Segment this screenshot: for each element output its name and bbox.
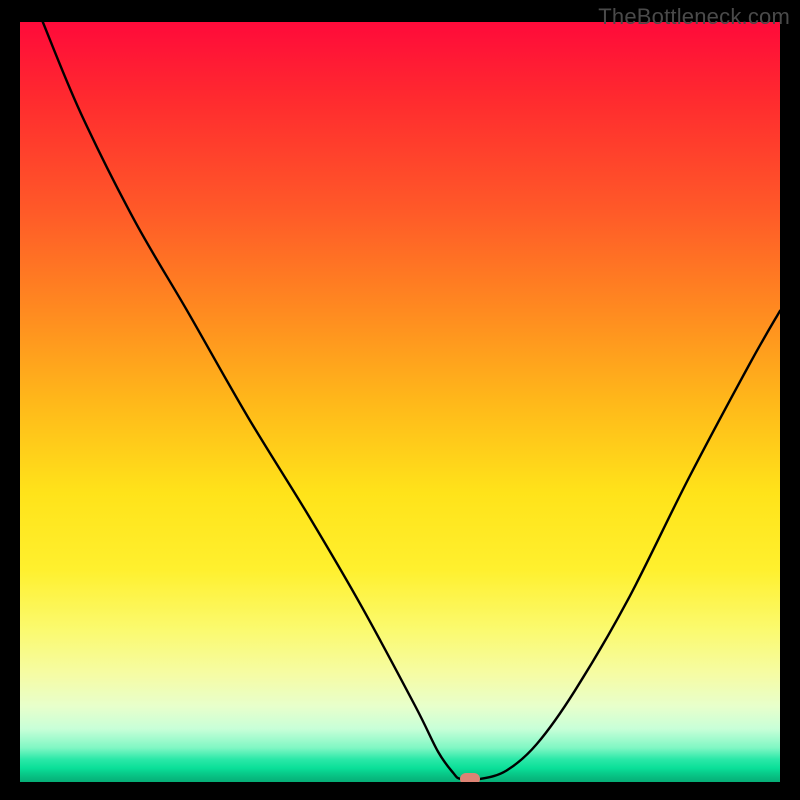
chart-frame: TheBottleneck.com [0,0,800,800]
bottleneck-curve [20,22,780,782]
minimum-marker [460,773,480,782]
curve-path [43,22,780,780]
plot-area [20,22,780,782]
watermark-text: TheBottleneck.com [598,4,790,30]
